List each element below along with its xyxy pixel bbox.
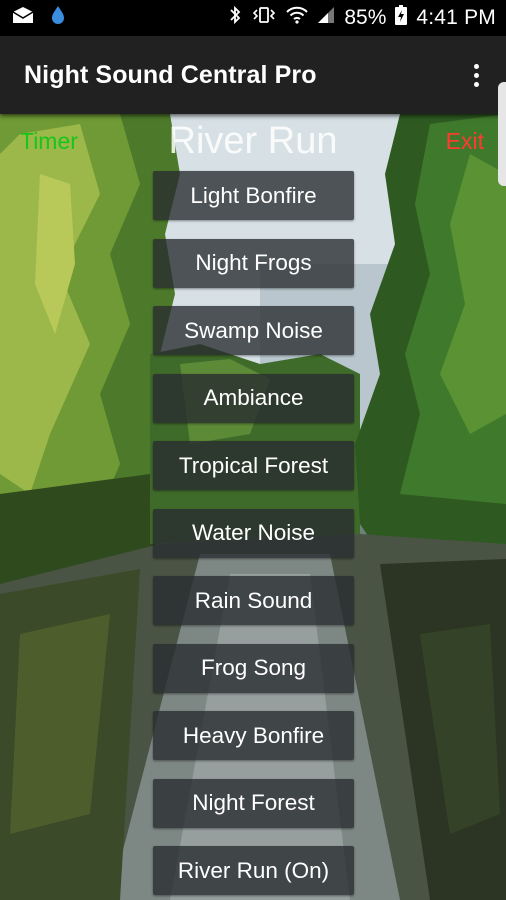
sound-button-rain-sound[interactable]: Rain Sound [153, 576, 354, 625]
status-right: 85% 4:41 PM [228, 5, 506, 31]
timer-button[interactable]: Timer [20, 128, 78, 155]
sound-list: Light Bonfire Night Frogs Swamp Noise Am… [153, 171, 354, 900]
side-drawer-handle[interactable] [498, 82, 506, 186]
signal-icon [317, 6, 335, 30]
sound-button-ambiance[interactable]: Ambiance [153, 373, 354, 423]
status-bar: 85% 4:41 PM [0, 0, 506, 36]
app-title: Night Sound Central Pro [24, 60, 317, 89]
screen: 85% 4:41 PM Night Sound Central Pro Rive… [0, 0, 506, 900]
exit-button[interactable]: Exit [446, 128, 484, 155]
sound-button-water-noise[interactable]: Water Noise [153, 508, 354, 558]
battery-percent: 85% [344, 6, 387, 29]
water-drop-icon [50, 5, 66, 31]
vibrate-icon [251, 5, 277, 31]
mail-icon [12, 6, 34, 30]
sound-button-heavy-bonfire[interactable]: Heavy Bonfire [153, 711, 354, 760]
sound-button-night-frogs[interactable]: Night Frogs [153, 238, 354, 288]
sound-button-night-forest[interactable]: Night Forest [153, 778, 354, 828]
status-left [0, 5, 66, 31]
battery-charging-icon [395, 5, 408, 31]
bluetooth-icon [228, 5, 242, 31]
sound-button-swamp-noise[interactable]: Swamp Noise [153, 306, 354, 355]
sound-button-tropical-forest[interactable]: Tropical Forest [153, 441, 354, 490]
wifi-icon [286, 5, 309, 31]
sound-button-frog-song[interactable]: Frog Song [153, 643, 354, 693]
sound-button-river-run[interactable]: River Run (On) [153, 846, 354, 895]
app-toolbar: Night Sound Central Pro [0, 36, 506, 114]
sound-button-light-bonfire[interactable]: Light Bonfire [153, 171, 354, 220]
status-time: 4:41 PM [416, 6, 496, 29]
overflow-menu-icon[interactable] [456, 45, 496, 105]
